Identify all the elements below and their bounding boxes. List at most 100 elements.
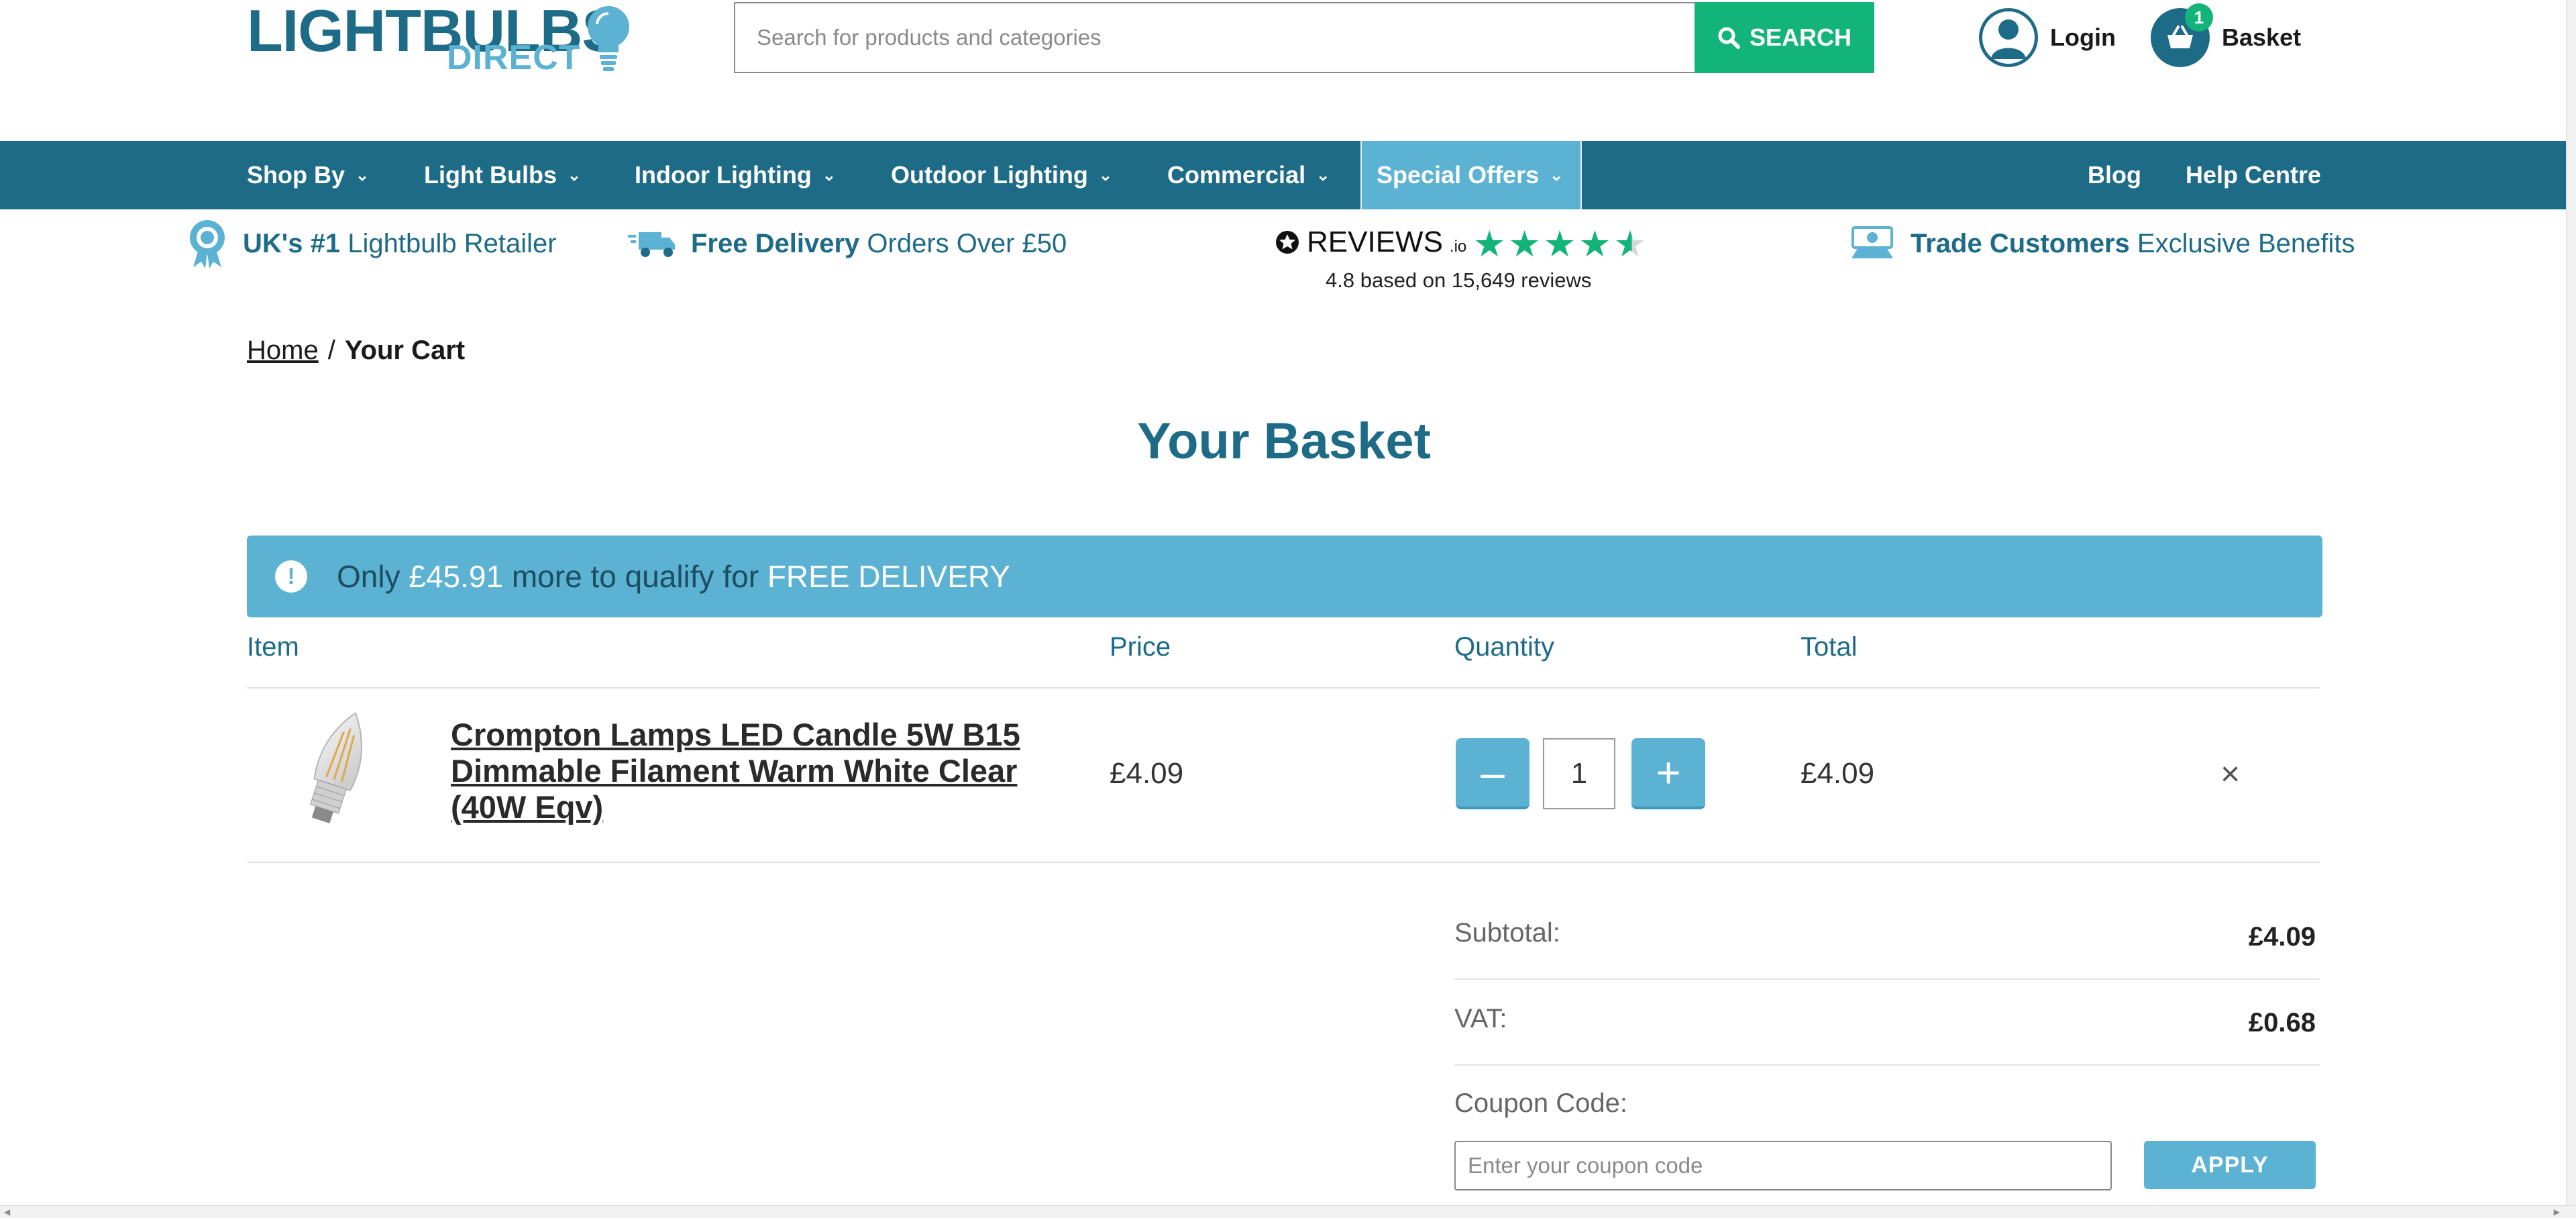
table-row-divider	[247, 862, 2320, 863]
breadcrumb-home-link[interactable]: Home	[247, 336, 319, 366]
trade-customer-icon	[1851, 226, 1893, 258]
remove-item-icon[interactable]: ×	[2220, 754, 2240, 793]
plus-icon: +	[1656, 748, 1681, 797]
increase-quantity-button[interactable]: +	[1631, 738, 1705, 809]
breadcrumb-current: Your Cart	[344, 336, 466, 365]
nav-item-blog[interactable]: Blog	[2088, 141, 2141, 209]
site-logo[interactable]: LIGHTBULBS DIRECT	[247, 1, 636, 75]
search-button-label: SEARCH	[1749, 23, 1851, 51]
reviews-summary: 4.8 based on 15,649 reviews	[1326, 268, 1592, 292]
column-header-total: Total	[1801, 632, 1858, 662]
usp-retailer: UK's #1 Lightbulb Retailer	[186, 213, 557, 274]
chevron-down-icon: ⌄	[822, 166, 837, 185]
usp-delivery-bold: Free Delivery	[691, 228, 860, 258]
star-icon: ★	[1578, 224, 1611, 264]
chevron-down-icon: ⌄	[1550, 166, 1564, 185]
product-name-link[interactable]: Crompton Lamps LED Candle 5W B15 Dimmabl…	[451, 717, 1028, 825]
star-icon: ★	[1508, 224, 1541, 264]
horizontal-scrollbar[interactable]: ◀ ▶	[0, 1205, 2576, 1218]
basket-label: Basket	[2222, 23, 2302, 51]
star-circle-icon	[1276, 231, 1299, 254]
nav-item-special-offers[interactable]: Special Offers ⌄	[1360, 141, 1582, 209]
alert-amount: £45.91	[409, 559, 504, 594]
rating-stars: ★ ★ ★ ★ ★	[1473, 223, 1646, 265]
column-header-item: Item	[247, 632, 299, 662]
main-nav: Shop By ⌄ Light Bulbs ⌄ Indoor Lighting …	[0, 141, 2568, 209]
logo-text-bottom: DIRECT	[447, 38, 581, 77]
nav-item-label: Blog	[2088, 161, 2141, 189]
alert-highlight: FREE DELIVERY	[767, 559, 1010, 594]
nav-item-shop-by[interactable]: Shop By ⌄	[247, 141, 369, 209]
subtotal-label: Subtotal:	[1454, 918, 1560, 948]
quantity-input[interactable]	[1543, 738, 1615, 809]
nav-item-label: Indoor Lighting	[635, 161, 812, 189]
alert-middle: more to qualify for	[511, 559, 759, 594]
usp-retailer-bold: UK's #1	[243, 228, 341, 258]
nav-item-label: Light Bulbs	[424, 161, 557, 189]
nav-item-help-centre[interactable]: Help Centre	[2186, 141, 2321, 209]
product-image[interactable]	[282, 705, 389, 846]
breadcrumb: Home / Your Cart	[247, 336, 465, 366]
search-icon	[1718, 27, 1740, 49]
scroll-left-icon[interactable]: ◀	[4, 1207, 10, 1217]
chevron-down-icon: ⌄	[356, 166, 370, 185]
table-header-divider	[247, 687, 2320, 689]
nav-item-light-bulbs[interactable]: Light Bulbs ⌄	[424, 141, 581, 209]
award-rosette-icon	[190, 220, 225, 268]
chevron-down-icon: ⌄	[567, 166, 582, 185]
nav-item-label: Outdoor Lighting	[891, 161, 1088, 189]
half-star-icon: ★	[1613, 224, 1647, 264]
login-link[interactable]: Login	[1979, 5, 2116, 70]
page-title: Your Basket	[1137, 413, 1431, 470]
nav-item-label: Help Centre	[2186, 161, 2322, 189]
minus-icon: –	[1481, 748, 1505, 797]
basket-link[interactable]: 1 Basket	[2151, 3, 2302, 70]
column-header-quantity: Quantity	[1454, 632, 1554, 662]
reviews-suffix: .io	[1449, 238, 1467, 256]
lightbulb-icon	[588, 6, 629, 71]
usp-trade: Trade Customers Exclusive Benefits	[1849, 213, 2355, 274]
exclamation-icon: !	[275, 560, 307, 593]
usp-retailer-text: Lightbulb Retailer	[347, 228, 557, 258]
summary-divider	[1454, 1064, 2320, 1066]
product-price: £4.09	[1110, 757, 1184, 790]
scroll-right-icon[interactable]: ▶	[2554, 1207, 2560, 1217]
coupon-label: Coupon Code:	[1454, 1088, 1627, 1118]
decrease-quantity-button[interactable]: –	[1456, 738, 1529, 809]
vat-value: £0.68	[2248, 1008, 2316, 1037]
nav-item-outdoor-lighting[interactable]: Outdoor Lighting ⌄	[891, 141, 1112, 209]
nav-item-indoor-lighting[interactable]: Indoor Lighting ⌄	[635, 141, 836, 209]
star-icon: ★	[1473, 224, 1506, 264]
usp-trade-bold: Trade Customers	[1911, 228, 2130, 258]
star-icon: ★	[1543, 224, 1576, 264]
basket-icon: 1	[2151, 3, 2213, 67]
summary-divider	[1454, 978, 2320, 980]
reviews-io-logo[interactable]: REVIEWS .io	[1275, 225, 1466, 259]
subtotal-value: £4.09	[2248, 922, 2316, 952]
delivery-truck-icon	[628, 232, 675, 257]
line-total: £4.09	[1801, 757, 1875, 790]
login-label: Login	[2050, 23, 2116, 51]
chevron-down-icon: ⌄	[1098, 166, 1113, 185]
nav-item-label: Commercial	[1167, 161, 1306, 189]
nav-item-label: Special Offers	[1377, 161, 1540, 189]
apply-coupon-button[interactable]: APPLY	[2144, 1141, 2316, 1189]
search-input[interactable]	[735, 3, 1737, 72]
chevron-down-icon: ⌄	[1316, 166, 1330, 185]
search-button[interactable]: SEARCH	[1695, 2, 1874, 73]
coupon-code-input[interactable]	[1454, 1141, 2112, 1190]
usp-trade-text: Exclusive Benefits	[2137, 228, 2355, 258]
breadcrumb-separator: /	[327, 336, 335, 365]
usp-delivery: Free Delivery Orders Over £50	[627, 213, 1067, 274]
nav-item-label: Shop By	[247, 161, 345, 189]
alert-prefix: Only	[337, 559, 400, 594]
column-header-price: Price	[1110, 632, 1171, 662]
vertical-scrollbar[interactable]	[2566, 0, 2576, 1218]
free-delivery-alert: ! Only £45.91 more to qualify for FREE D…	[247, 536, 2322, 617]
user-icon	[1979, 8, 2038, 67]
alert-message: Only £45.91 more to qualify for FREE DEL…	[337, 558, 1010, 595]
nav-item-commercial[interactable]: Commercial ⌄	[1167, 141, 1330, 209]
reviews-brand: REVIEWS	[1307, 225, 1443, 258]
basket-count-badge: 1	[2185, 3, 2213, 32]
usp-delivery-text: Orders Over £50	[867, 228, 1067, 258]
